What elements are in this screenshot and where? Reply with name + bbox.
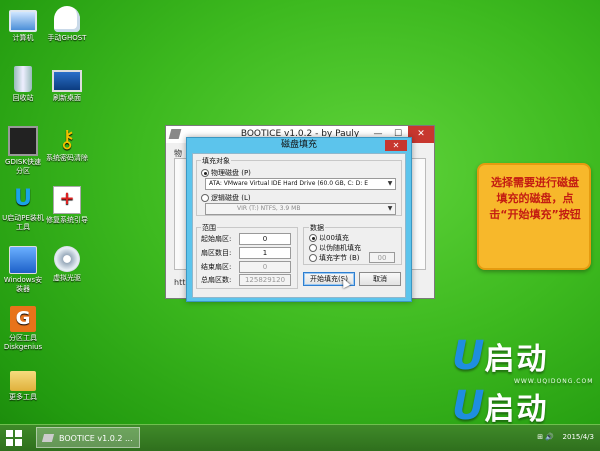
virtual-drive-icon: [54, 246, 80, 272]
dialog-body: 填充对象 物理磁盘 (P) ATA: VMware Virtual IDE Ha…: [192, 153, 406, 298]
desktop-icon-label: 修复系统引导: [46, 216, 88, 224]
fill-random-radio[interactable]: [309, 244, 317, 252]
total-sectors-label: 总扇区数:: [201, 276, 232, 284]
desktop-icon-label: 手动GHOST: [47, 34, 87, 42]
total-sectors-value: 125829120: [239, 274, 291, 286]
diskgenius-icon: G: [10, 306, 36, 332]
ghost-icon: [54, 6, 80, 32]
brand-logo-watermark: U启动 WWW.UQIDONG.COM: [452, 383, 592, 433]
disk-fill-dialog: 磁盘填充 ✕ 填充对象 物理磁盘 (P) ATA: VMware Virtual…: [186, 137, 412, 302]
dialog-titlebar: 磁盘填充 ✕: [187, 138, 411, 153]
fill-zero-radio[interactable]: [309, 234, 317, 242]
desktop-icon-ghost[interactable]: 手动GHOST: [38, 6, 96, 43]
start-sector-label: 起始扇区:: [201, 235, 232, 243]
recycle-bin-icon: [14, 66, 32, 92]
fill-object-legend: 填充对象: [201, 156, 231, 166]
desktop-icon-refresh[interactable]: 刷新桌面: [38, 66, 96, 103]
desktop-icon-virtual-drive[interactable]: 虚拟光驱: [38, 246, 96, 283]
logical-disk-radio[interactable]: [201, 194, 209, 202]
brand-logo: U启动 WWW.UQIDONG.COM: [452, 333, 592, 385]
end-sector-input[interactable]: 0: [239, 261, 291, 273]
computer-icon: [9, 10, 37, 32]
tray-icons[interactable]: ⊞ 🔊: [537, 433, 554, 441]
sector-count-input[interactable]: 1: [239, 247, 291, 259]
physical-disk-value: ATA: VMware Virtual IDE Hard Drive (60.0…: [209, 180, 368, 187]
desktop-icon-label: 刷新桌面: [53, 94, 81, 102]
data-legend: 数据: [309, 223, 325, 233]
desktop-icon-label: 分区工具Diskgenius: [3, 334, 43, 351]
dialog-title: 磁盘填充: [280, 140, 317, 150]
gdisk-icon: [8, 126, 38, 156]
sector-count-label: 扇区数目:: [201, 249, 232, 257]
taskbar-item-bootice[interactable]: BOOTICE v1.0.2 ...: [36, 427, 140, 448]
desktop-icon-repair-boot[interactable]: + 修复系统引导: [38, 186, 96, 225]
end-sector-label: 结束扇区:: [201, 263, 232, 271]
instruction-text: 选择需要进行磁盘填充的磁盘，点击“开始填充”按钮: [489, 176, 581, 221]
system-clock[interactable]: 2015/4/3: [563, 428, 594, 442]
physical-disk-radio[interactable]: [201, 169, 209, 177]
brand-logo-url: WWW.UQIDONG.COM: [514, 378, 594, 385]
fill-byte-radio[interactable]: [309, 254, 317, 262]
fill-byte-input[interactable]: 00: [369, 252, 395, 263]
clock-date: 2015/4/3: [562, 433, 594, 441]
logical-disk-select[interactable]: VIR (T:) NTFS, 3.9 MB ▼: [205, 203, 396, 215]
logical-disk-label: 逻辑磁盘 (L): [211, 194, 251, 202]
fill-byte-label: 填充字节 (B): [319, 254, 360, 262]
desktop-icon-diskgenius[interactable]: G 分区工具Diskgenius: [0, 306, 52, 352]
bootice-app-icon: [41, 434, 55, 442]
taskbar-item-label: BOOTICE v1.0.2 ...: [59, 434, 133, 443]
desktop-icon-label: 更多工具: [9, 393, 37, 401]
brand-logo-u: U: [452, 333, 485, 379]
physical-disk-label: 物理磁盘 (P): [211, 169, 251, 177]
logical-disk-value: VIR (T:) NTFS, 3.9 MB: [237, 205, 301, 212]
chevron-down-icon: ▼: [387, 180, 393, 187]
repair-kit-icon: +: [53, 186, 81, 214]
cancel-button[interactable]: 取消: [359, 272, 401, 286]
dialog-close-button[interactable]: ✕: [385, 140, 407, 151]
desktop-icon-password[interactable]: ⚷ 系统密码清除: [38, 126, 96, 163]
brand-logo-u: U: [452, 383, 485, 429]
folder-icon: [10, 371, 36, 391]
refresh-desktop-icon: [52, 70, 82, 92]
key-icon: ⚷: [58, 125, 76, 153]
instruction-callout: 选择需要进行磁盘填充的磁盘，点击“开始填充”按钮: [477, 163, 591, 270]
windows-installer-icon: [9, 246, 37, 274]
brand-logo-text: 启动: [484, 392, 549, 427]
range-legend: 范围: [201, 223, 217, 233]
start-icon[interactable]: [6, 430, 22, 446]
u-install-icon: U: [14, 186, 32, 211]
brand-logo-text: 启动: [484, 342, 549, 377]
chevron-down-icon: ▼: [387, 205, 393, 212]
physical-disk-select[interactable]: ATA: VMware Virtual IDE Hard Drive (60.0…: [205, 178, 396, 190]
bootice-app-icon: [168, 129, 182, 139]
fill-random-label: 以伪随机填充: [319, 244, 361, 252]
homepage-link[interactable]: htt: [174, 278, 185, 287]
desktop-icon-label: 系统密码清除: [46, 154, 88, 162]
taskbar: BOOTICE v1.0.2 ... ⊞ 🔊 2015/4/3: [0, 424, 600, 451]
fill-zero-label: 以00填充: [319, 234, 349, 242]
desktop-icon-label: 虚拟光驱: [53, 274, 81, 282]
desktop-icon-more-tools[interactable]: 更多工具: [0, 366, 52, 402]
start-sector-input[interactable]: 0: [239, 233, 291, 245]
